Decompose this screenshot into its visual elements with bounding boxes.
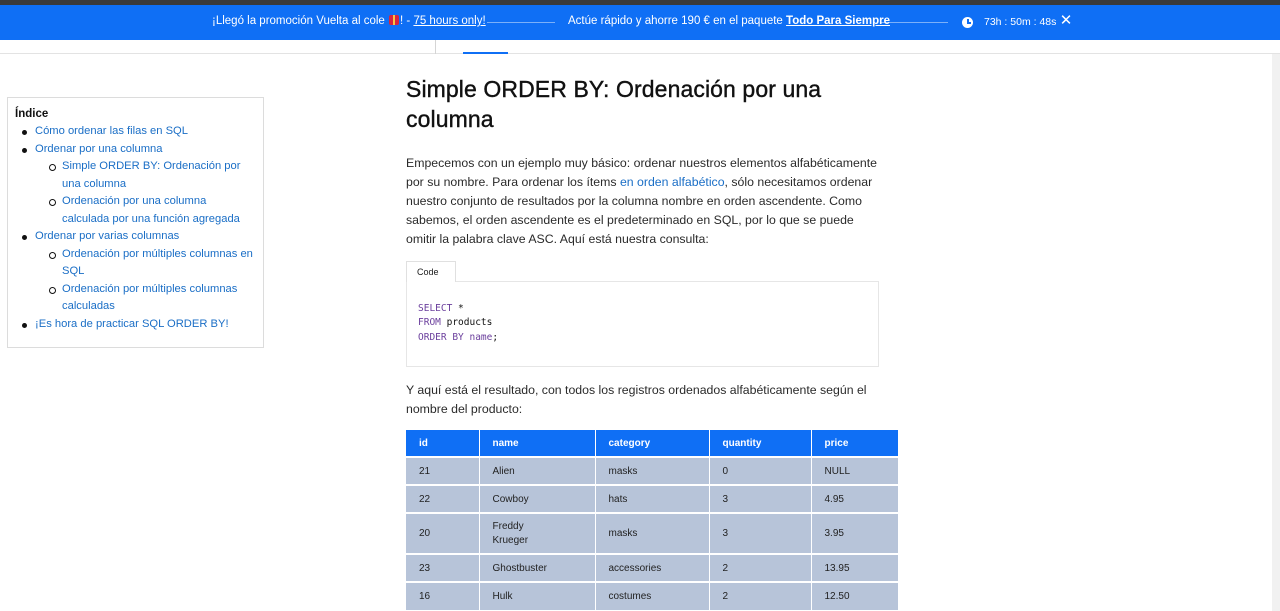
table-of-contents: Índice Cómo ordenar las filas en SQL Ord… (7, 97, 264, 348)
column-header: quantity (709, 430, 812, 457)
table-cell: masks (595, 512, 710, 554)
toc-subitem: Ordenación por una columna calculada por… (15, 193, 256, 228)
promo-hours-link[interactable]: 75 hours only! (413, 15, 485, 27)
code-tab[interactable]: Code (406, 261, 456, 282)
table-cell: 22 (406, 484, 480, 513)
table-row: 23 Ghostbuster accessories 2 13.95 (406, 553, 898, 582)
close-icon[interactable]: ✕ (1059, 12, 1073, 30)
table-cell: 13.95 (811, 553, 898, 582)
result-table: id name category quantity price 21 Alien… (406, 430, 898, 610)
table-cell: Ghostbuster (479, 553, 596, 582)
table-cell: 0 (709, 456, 812, 485)
table-cell: 16 (406, 581, 480, 610)
promo-message: ¡Llegó la promoción Vuelta al cole ! - 7… (212, 15, 486, 27)
nav-active-indicator (463, 52, 508, 54)
table-cell: accessories (595, 553, 710, 582)
toc-list: Cómo ordenar las filas en SQL Ordenar po… (15, 123, 256, 333)
table-cell: Hulk (479, 581, 596, 610)
toc-link-columna-calculada[interactable]: Ordenación por una columna calculada por… (62, 193, 256, 228)
code-line: FROM products (418, 317, 493, 329)
table-cell: masks (595, 456, 710, 485)
promo-countdown: 73h : 50m : 48s (984, 16, 1057, 28)
promo-offer: Actúe rápido y ahorre 190 € en el paquet… (568, 15, 890, 27)
promo-package-link[interactable]: Todo Para Siempre (786, 15, 890, 27)
toc-subitem: Ordenación por múltiples columnas en SQL (15, 246, 256, 281)
intro-paragraph: Empecemos con un ejemplo muy básico: ord… (406, 156, 877, 246)
table-cell: 3.95 (811, 512, 898, 554)
toc-link-practicar[interactable]: ¡Es hora de practicar SQL ORDER BY! (35, 316, 256, 334)
toc-subitem: Simple ORDER BY: Ordenación por una colu… (15, 158, 256, 193)
code-block: SELECT * FROM products ORDER BY name; (406, 281, 879, 367)
column-header: category (595, 430, 710, 457)
code-line: SELECT * (418, 303, 464, 314)
table-row: 22 Cowboy hats 3 4.95 (406, 484, 898, 513)
alphabetical-order-link[interactable]: en orden alfabético (620, 175, 725, 189)
table-cell: 2 (709, 581, 812, 610)
code-line: ORDER BY name; (418, 331, 499, 343)
table-cell: hats (595, 484, 710, 513)
table-cell: Freddy Krueger (479, 512, 596, 554)
nav-bar (0, 40, 1280, 54)
article: Simple ORDER BY: Ordenación por una colu… (406, 74, 898, 610)
result-paragraph: Y aquí está el resultado, con todos los … (406, 383, 867, 416)
toc-link-multiples-columnas[interactable]: Ordenación por múltiples columnas en SQL (62, 246, 256, 281)
clock-icon (962, 17, 973, 28)
toc-link-ordenar-una-columna[interactable]: Ordenar por una columna (35, 141, 256, 159)
table-cell: Cowboy (479, 484, 596, 513)
table-cell: costumes (595, 581, 710, 610)
table-cell: Alien (479, 456, 596, 485)
table-cell: 21 (406, 456, 480, 485)
toc-link-multiples-calculadas[interactable]: Ordenación por múltiples columnas calcul… (62, 281, 256, 316)
column-header: name (479, 430, 596, 457)
table-header-row: id name category quantity price (406, 430, 898, 457)
gift-icon (389, 15, 400, 25)
table-cell: 20 (406, 512, 480, 554)
table-cell: 3 (709, 512, 812, 554)
table-cell: 4.95 (811, 484, 898, 513)
section-heading: Simple ORDER BY: Ordenación por una colu… (406, 76, 822, 132)
promo-divider (880, 22, 948, 23)
toc-title: Índice (15, 108, 49, 120)
table-row: 20 Freddy Krueger masks 3 3.95 (406, 512, 898, 554)
table-cell: 3 (709, 484, 812, 513)
promo-divider (487, 22, 555, 23)
toc-link-varias-columnas[interactable]: Ordenar por varias columnas (35, 228, 256, 246)
toc-item: ¡Es hora de practicar SQL ORDER BY! (15, 316, 256, 334)
table-row: 16 Hulk costumes 2 12.50 (406, 581, 898, 610)
nav-divider (435, 40, 436, 54)
toc-link-como-ordenar[interactable]: Cómo ordenar las filas en SQL (35, 123, 256, 141)
page-scrollbar[interactable] (1272, 54, 1280, 611)
toc-item: Cómo ordenar las filas en SQL (15, 123, 256, 141)
promo-banner: ¡Llegó la promoción Vuelta al cole ! - 7… (0, 5, 1280, 40)
table-row: 21 Alien masks 0 NULL (406, 456, 898, 485)
column-header: id (406, 430, 480, 457)
column-header: price (811, 430, 898, 457)
table-cell: 23 (406, 553, 480, 582)
toc-item: Ordenar por varias columnas (15, 228, 256, 246)
table-cell: 12.50 (811, 581, 898, 610)
table-cell: NULL (811, 456, 898, 485)
table-cell: 2 (709, 553, 812, 582)
toc-link-simple-order-by[interactable]: Simple ORDER BY: Ordenación por una colu… (62, 158, 256, 193)
toc-subitem: Ordenación por múltiples columnas calcul… (15, 281, 256, 316)
toc-item: Ordenar por una columna (15, 141, 256, 159)
